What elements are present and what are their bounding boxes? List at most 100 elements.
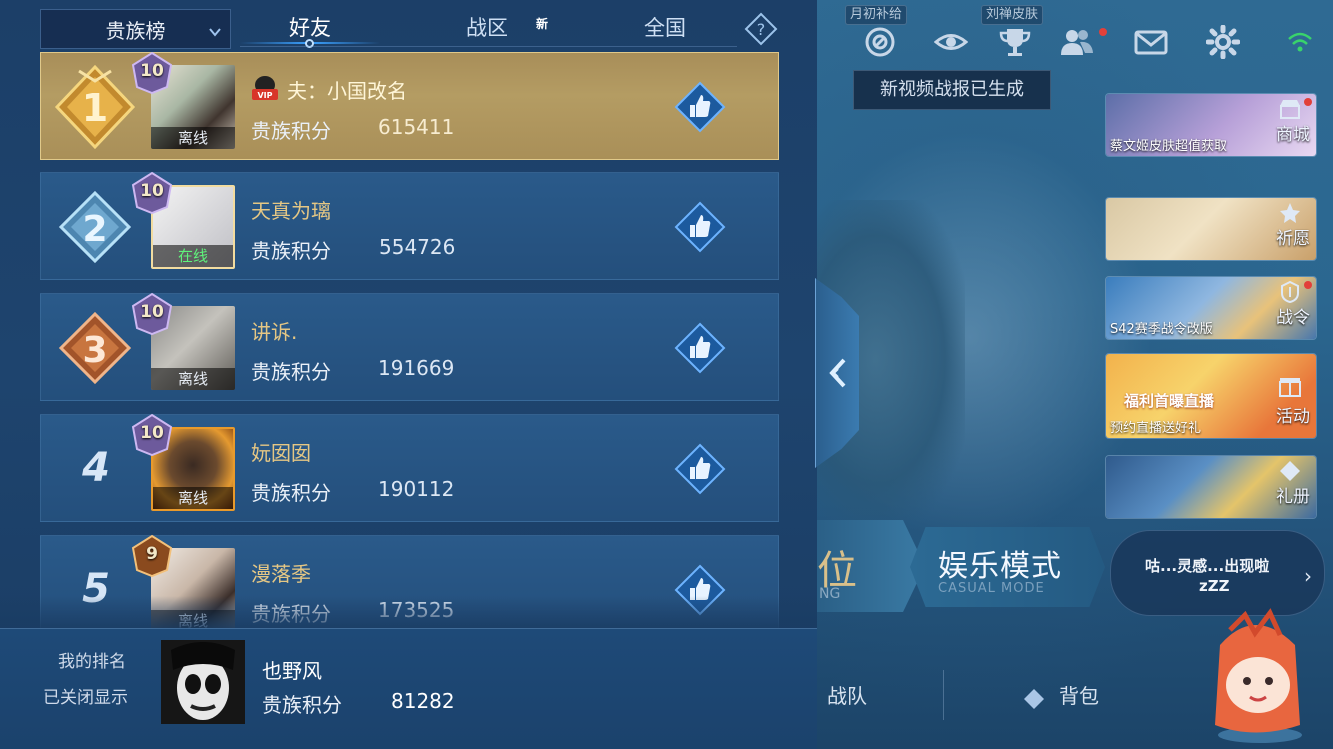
new-badge: 新 (530, 12, 554, 36)
shop-label: 商城 (1276, 125, 1310, 145)
leaderboard-tab-bar: 贵族榜 好友 战区 新 全国 ? (0, 0, 817, 52)
gift-book-label: 礼册 (1276, 487, 1310, 507)
ranked-mode-en: NG (819, 586, 841, 602)
level-number: 10 (140, 61, 164, 81)
leaderboard-panel: 贵族榜 好友 战区 新 全国 ? 1 离线 10 VIP 夫：小国改名 贵族积分… (0, 0, 817, 749)
svg-text:?: ? (757, 20, 766, 39)
silver-rank-medal-icon: 2 (49, 181, 141, 273)
score-label: 贵族积分 (251, 239, 331, 263)
casual-mode-en: CASUAL MODE (938, 581, 1045, 596)
status-offline: 离线 (151, 368, 235, 390)
level-number: 10 (140, 181, 164, 201)
player-name[interactable]: 妧囡囡 (251, 437, 311, 466)
mail-icon[interactable] (1131, 22, 1171, 62)
eye-icon[interactable] (931, 22, 971, 62)
score-value: 615411 (378, 115, 455, 139)
gift-book-card[interactable]: 礼册 (1105, 455, 1317, 519)
nav-backpack[interactable]: 背包 (1059, 680, 1099, 709)
chevron-left-icon (824, 356, 852, 390)
player-name[interactable]: 天真为璃 (251, 195, 331, 224)
leaderboard-row: 2 在线 10 天真为璃 贵族积分 554726 (40, 171, 779, 280)
score-label: 贵族积分 (251, 481, 331, 505)
leaderboard-row: 1 离线 10 VIP 夫：小国改名 贵族积分 615411 (40, 51, 779, 160)
bubble-line-2: zZZ (1199, 577, 1230, 595)
nav-team[interactable]: 战队 (827, 680, 867, 709)
wish-label: 祈愿 (1276, 229, 1310, 249)
level-badge: 9 (129, 534, 175, 578)
notification-dot (1304, 98, 1312, 106)
like-button[interactable] (674, 81, 726, 133)
level-badge: 10 (129, 413, 175, 457)
event-icon (1278, 376, 1302, 398)
score-label: 贵族积分 (262, 693, 342, 717)
battle-pass-icon (1278, 280, 1302, 304)
my-rank-bar: 我的排名 已关闭显示 也野风 贵族积分 81282 (0, 628, 817, 749)
level-number: 9 (146, 544, 158, 564)
casual-mode-button[interactable]: 娱乐模式 CASUAL MODE (910, 527, 1105, 607)
score-label: 贵族积分 (251, 360, 331, 384)
mascot-assistant[interactable] (1200, 605, 1310, 745)
like-button[interactable] (674, 322, 726, 374)
rank-number: 1 (82, 86, 108, 130)
level-number: 10 (140, 423, 164, 443)
casual-mode-label: 娱乐模式 (938, 549, 1062, 584)
shop-promo-text: 蔡文姬皮肤超值获取 (1110, 139, 1228, 154)
backpack-icon (1020, 683, 1048, 711)
battle-pass-card[interactable]: 战令 S42赛季战令改版 (1105, 276, 1317, 340)
trophy-icon[interactable] (995, 22, 1035, 62)
chevron-right-icon: › (1304, 564, 1312, 588)
battle-pass-promo-text: S42赛季战令改版 (1110, 322, 1213, 337)
my-score-value: 81282 (391, 689, 455, 713)
notification-dot (1304, 281, 1312, 289)
my-avatar[interactable] (161, 640, 245, 724)
player-name[interactable]: 夫：小国改名 (287, 75, 407, 104)
level-number: 10 (140, 302, 164, 322)
nav-divider (943, 670, 944, 720)
bronze-rank-medal-icon: 3 (49, 302, 141, 394)
my-rank-value: 已关闭显示 (43, 688, 128, 708)
svg-text:VIP: VIP (257, 91, 272, 100)
settings-gear-icon[interactable] (1203, 22, 1243, 62)
gift-book-icon (1278, 460, 1302, 482)
leaderboard-type-select[interactable]: 贵族榜 (40, 9, 231, 49)
status-offline: 离线 (151, 127, 235, 149)
shop-icon (1278, 98, 1302, 120)
player-name[interactable]: 漫落季 (251, 558, 311, 587)
tab-divider-line (240, 46, 737, 47)
chevron-down-icon (208, 20, 222, 37)
leaderboard-row: 3 离线 10 讲诉. 贵族积分 191669 (40, 292, 779, 401)
shop-card[interactable]: 商城 蔡文姬皮肤超值获取 (1105, 93, 1317, 157)
level-badge: 10 (129, 171, 175, 215)
help-icon[interactable]: ? (744, 12, 778, 46)
wish-icon (1278, 202, 1302, 224)
level-badge: 10 (129, 292, 175, 336)
like-button[interactable] (674, 443, 726, 495)
gold-rank-medal-icon: 1 (49, 61, 141, 153)
event-promo-text: 预约直播送好礼 (1110, 421, 1202, 436)
video-report-toast[interactable]: 新视频战报已生成 (853, 70, 1051, 110)
event-card[interactable]: 福利首曝直播 活动 预约直播送好礼 (1105, 353, 1317, 439)
leaderboard-row: 4 离线 10 妧囡囡 贵族积分 190112 (40, 413, 779, 522)
notification-dot (1099, 28, 1107, 36)
player-name[interactable]: 讲诉. (251, 316, 297, 345)
event-label: 活动 (1276, 407, 1310, 427)
status-offline: 离线 (153, 487, 233, 509)
event-art-text: 福利首曝直播 (1124, 392, 1215, 410)
target-icon[interactable] (860, 22, 900, 62)
score-value: 554726 (379, 235, 456, 259)
ranked-mode-button[interactable]: 位 NG (815, 520, 925, 612)
wish-card[interactable]: 祈愿 (1105, 197, 1317, 261)
assistant-speech-bubble[interactable]: 咕...灵感...出现啦 zZZ › (1110, 530, 1325, 616)
my-player-name: 也野风 (262, 659, 322, 683)
leaderboard-type-value: 贵族榜 (105, 18, 166, 43)
vip-icon: VIP (251, 75, 279, 101)
list-fade-overlay (0, 596, 817, 628)
status-online: 在线 (153, 245, 233, 267)
battle-pass-label: 战令 (1276, 308, 1310, 328)
wifi-signal-icon (1285, 22, 1315, 62)
tab-zone[interactable]: 战区 (455, 12, 519, 46)
friends-icon[interactable] (1057, 22, 1097, 62)
like-button[interactable] (674, 201, 726, 253)
tab-national[interactable]: 全国 (633, 12, 697, 46)
score-value: 191669 (378, 356, 455, 380)
